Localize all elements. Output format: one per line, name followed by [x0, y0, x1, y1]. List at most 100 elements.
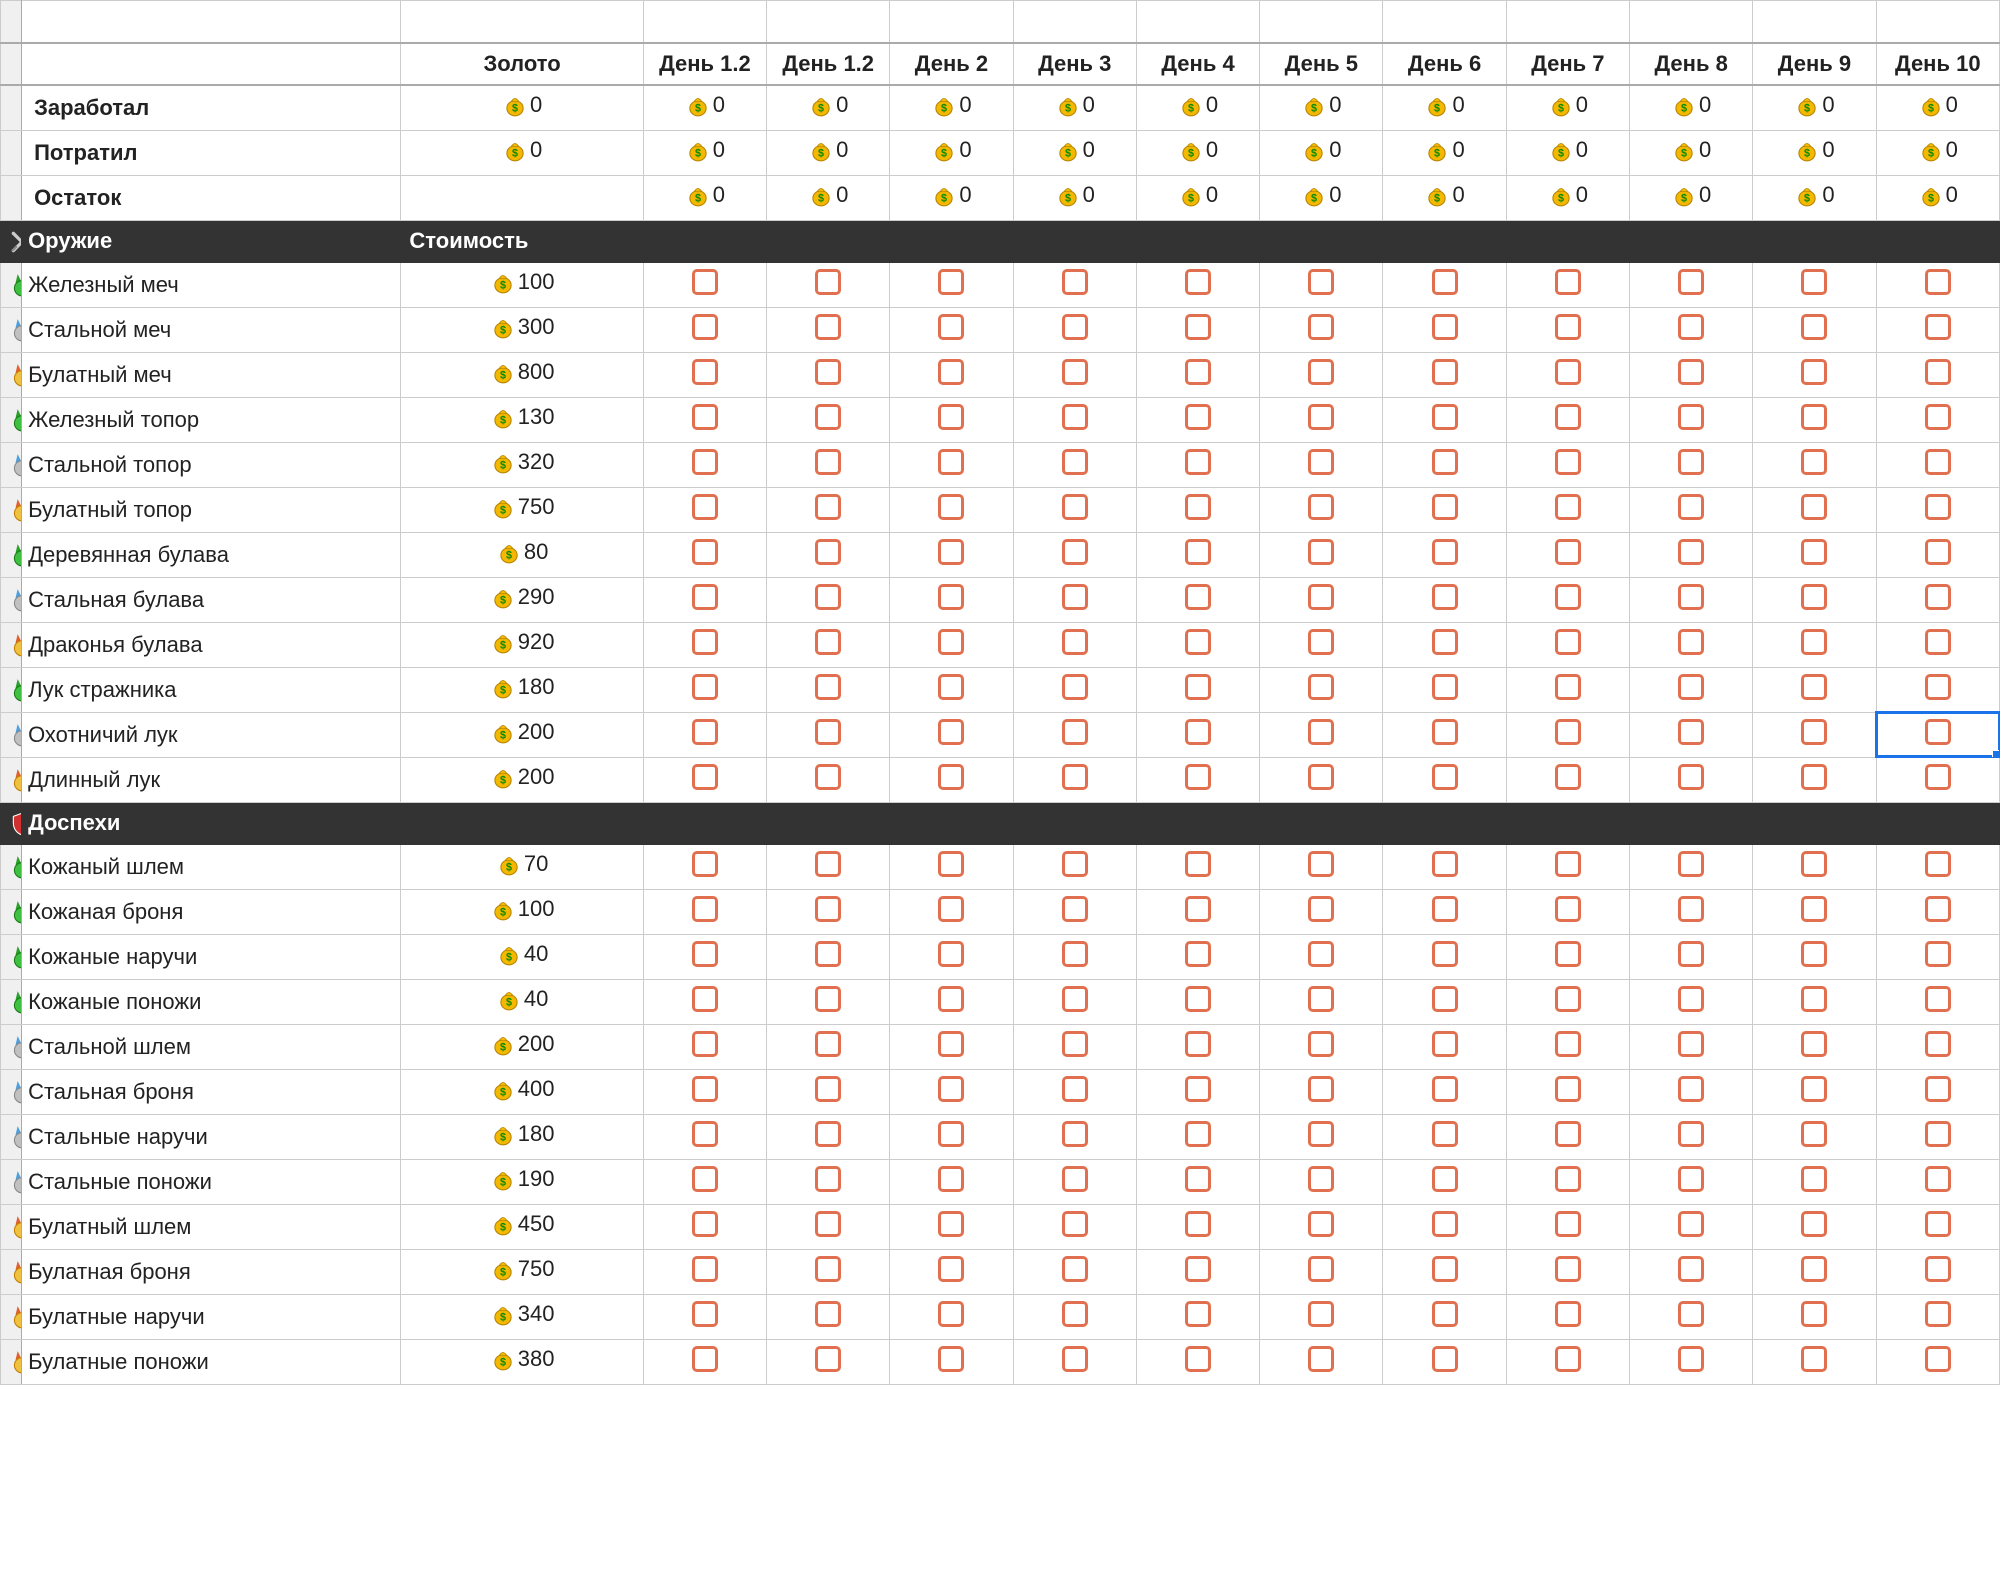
day-checkbox[interactable]	[1925, 719, 1951, 745]
item-day-cell[interactable]	[1013, 532, 1136, 577]
item-name-cell[interactable]: Кожаная броня	[22, 889, 401, 934]
day-checkbox[interactable]	[938, 539, 964, 565]
item-name-cell[interactable]: Длинный лук	[22, 757, 401, 802]
day-checkbox[interactable]	[1432, 494, 1458, 520]
day-checkbox[interactable]	[1555, 1211, 1581, 1237]
day-checkbox[interactable]	[815, 449, 841, 475]
day-checkbox[interactable]	[815, 1211, 841, 1237]
summary-day-value[interactable]: $0	[1876, 175, 1999, 220]
summary-day-value[interactable]: $0	[1506, 130, 1629, 175]
item-day-cell[interactable]	[1876, 1294, 1999, 1339]
day-checkbox[interactable]	[1185, 986, 1211, 1012]
day-checkbox[interactable]	[1925, 314, 1951, 340]
item-day-cell[interactable]	[1506, 844, 1629, 889]
day-checkbox[interactable]	[1185, 404, 1211, 430]
item-day-cell[interactable]	[1136, 1114, 1259, 1159]
day-checkbox[interactable]	[1308, 1121, 1334, 1147]
day-checkbox[interactable]	[1925, 941, 1951, 967]
item-day-cell[interactable]	[1260, 1339, 1383, 1384]
item-day-cell[interactable]	[1260, 442, 1383, 487]
day-checkbox[interactable]	[1062, 764, 1088, 790]
item-day-cell[interactable]	[1383, 1159, 1506, 1204]
day-checkbox[interactable]	[692, 1346, 718, 1372]
day-checkbox[interactable]	[815, 269, 841, 295]
day-checkbox[interactable]	[1432, 1166, 1458, 1192]
item-day-cell[interactable]	[1753, 1024, 1876, 1069]
summary-day-value[interactable]: $0	[1260, 85, 1383, 131]
item-day-cell[interactable]	[643, 844, 766, 889]
item-day-cell[interactable]	[1753, 934, 1876, 979]
item-day-cell[interactable]	[1630, 352, 1753, 397]
item-day-cell[interactable]	[767, 1114, 890, 1159]
item-day-cell[interactable]	[890, 757, 1013, 802]
day-checkbox[interactable]	[938, 584, 964, 610]
item-day-cell[interactable]	[890, 577, 1013, 622]
day-checkbox[interactable]	[1062, 269, 1088, 295]
day-checkbox[interactable]	[1062, 1256, 1088, 1282]
day-checkbox[interactable]	[1308, 986, 1334, 1012]
day-checkbox[interactable]	[938, 404, 964, 430]
item-cost-cell[interactable]: $200	[401, 712, 643, 757]
day-checkbox[interactable]	[1185, 1211, 1211, 1237]
item-day-cell[interactable]	[1506, 397, 1629, 442]
day-checkbox[interactable]	[1678, 1166, 1704, 1192]
day-checkbox[interactable]	[1062, 1301, 1088, 1327]
item-day-cell[interactable]	[1383, 712, 1506, 757]
item-day-cell[interactable]	[643, 532, 766, 577]
day-checkbox[interactable]	[1432, 851, 1458, 877]
day-checkbox[interactable]	[1925, 1211, 1951, 1237]
item-day-cell[interactable]	[1383, 1339, 1506, 1384]
item-day-cell[interactable]	[767, 979, 890, 1024]
item-name-cell[interactable]: Стальные поножи	[22, 1159, 401, 1204]
item-day-cell[interactable]	[1136, 1069, 1259, 1114]
item-day-cell[interactable]	[1506, 352, 1629, 397]
item-cost-cell[interactable]: $200	[401, 1024, 643, 1069]
day-checkbox[interactable]	[1678, 674, 1704, 700]
item-day-cell[interactable]	[1260, 1024, 1383, 1069]
item-day-cell[interactable]	[1753, 1339, 1876, 1384]
day-checkbox[interactable]	[1801, 1121, 1827, 1147]
item-day-cell[interactable]	[1630, 889, 1753, 934]
day-checkbox[interactable]	[1062, 851, 1088, 877]
day-checkbox[interactable]	[1308, 269, 1334, 295]
day-checkbox[interactable]	[1801, 674, 1827, 700]
item-day-cell[interactable]	[1506, 487, 1629, 532]
item-day-cell[interactable]	[1876, 1069, 1999, 1114]
item-day-cell[interactable]	[1506, 1159, 1629, 1204]
item-name-cell[interactable]: Стальной меч	[22, 307, 401, 352]
day-checkbox[interactable]	[1185, 1301, 1211, 1327]
item-day-cell[interactable]	[1136, 532, 1259, 577]
day-checkbox[interactable]	[1801, 941, 1827, 967]
item-day-cell[interactable]	[1136, 1204, 1259, 1249]
summary-day-value[interactable]: $0	[1383, 175, 1506, 220]
item-day-cell[interactable]	[890, 397, 1013, 442]
day-checkbox[interactable]	[1555, 941, 1581, 967]
day-checkbox[interactable]	[1555, 1031, 1581, 1057]
item-day-cell[interactable]	[1876, 667, 1999, 712]
day-checkbox[interactable]	[1432, 269, 1458, 295]
item-day-cell[interactable]	[643, 889, 766, 934]
item-day-cell[interactable]	[1013, 844, 1136, 889]
summary-day-value[interactable]: $0	[1753, 85, 1876, 131]
summary-day-value[interactable]: $0	[1383, 130, 1506, 175]
day-checkbox[interactable]	[1925, 851, 1951, 877]
item-day-cell[interactable]	[1630, 844, 1753, 889]
day-checkbox[interactable]	[1185, 539, 1211, 565]
item-day-cell[interactable]	[890, 934, 1013, 979]
item-day-cell[interactable]	[643, 1024, 766, 1069]
summary-day-value[interactable]: $0	[1876, 85, 1999, 131]
item-day-cell[interactable]	[1506, 1024, 1629, 1069]
item-day-cell[interactable]	[1876, 712, 1999, 757]
day-checkbox[interactable]	[1062, 629, 1088, 655]
summary-day-value[interactable]: $0	[767, 130, 890, 175]
day-checkbox[interactable]	[1801, 539, 1827, 565]
day-checkbox[interactable]	[938, 986, 964, 1012]
day-checkbox[interactable]	[815, 1031, 841, 1057]
item-day-cell[interactable]	[1753, 397, 1876, 442]
item-day-cell[interactable]	[643, 487, 766, 532]
item-day-cell[interactable]	[1876, 532, 1999, 577]
item-cost-cell[interactable]: $800	[401, 352, 643, 397]
item-day-cell[interactable]	[890, 442, 1013, 487]
day-checkbox[interactable]	[1801, 764, 1827, 790]
item-day-cell[interactable]	[890, 1249, 1013, 1294]
